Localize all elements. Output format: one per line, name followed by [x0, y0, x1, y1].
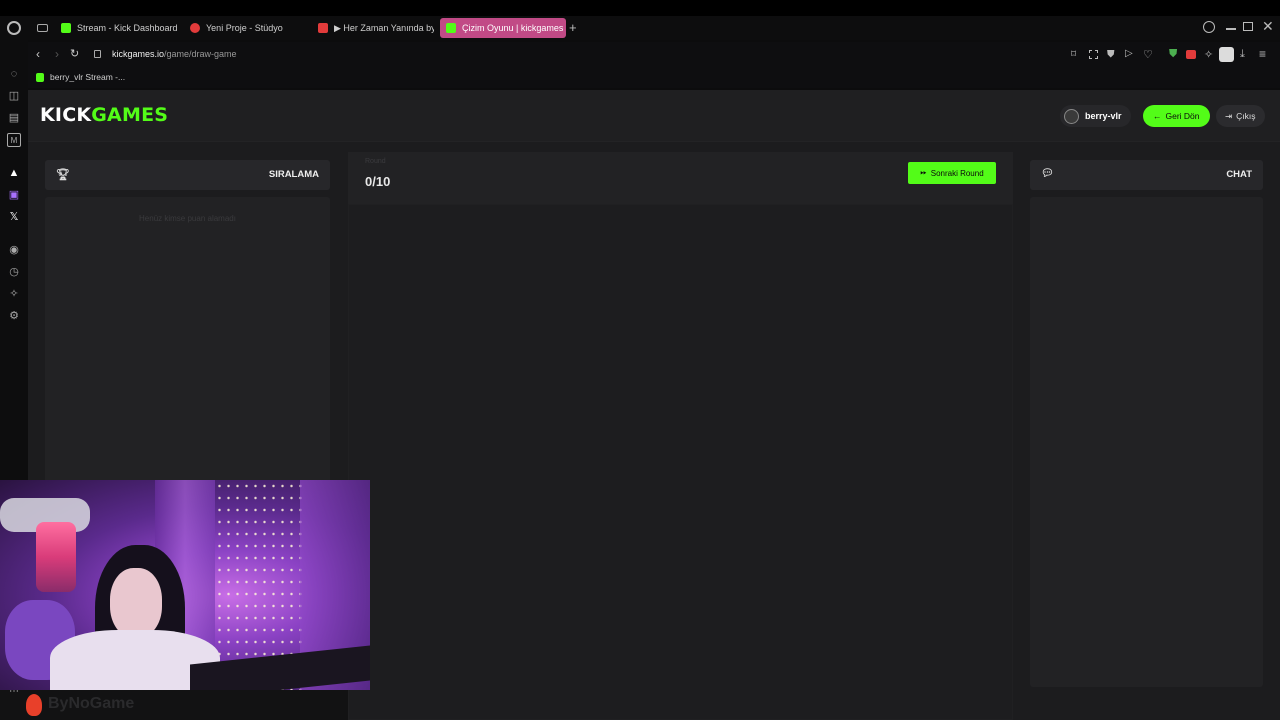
arrow-left-icon: ←	[1153, 111, 1162, 121]
microphone	[36, 522, 76, 592]
next-round-button[interactable]: ⏩︎ Sonraki Round	[908, 162, 996, 184]
close-window-icon[interactable]: ✕	[1262, 18, 1274, 35]
back-icon[interactable]: ‹	[36, 47, 40, 61]
kick-favicon-icon	[61, 23, 71, 33]
tab-bar: Stream - Kick Dashboard Yeni Proje - Stü…	[0, 16, 1280, 40]
avatar	[1064, 108, 1079, 124]
x-twitter-icon[interactable]: 𝕏	[7, 210, 21, 224]
reload-icon[interactable]: ↻	[70, 47, 79, 60]
settings-gear-icon[interactable]: ⚙	[7, 309, 21, 323]
kick-sidebar-icon[interactable]: ▲	[7, 166, 21, 180]
top-strip	[0, 0, 1280, 16]
tab-label: Stream - Kick Dashboard	[77, 23, 178, 33]
round-header: Round 0/10 ⏩︎ Sonraki Round	[348, 152, 1013, 204]
tab-youtube[interactable]: ▶ Her Zaman Yanında by	[312, 18, 434, 38]
bookmark-item[interactable]: berry_vlr Stream -...	[36, 72, 125, 82]
minimize-icon[interactable]	[1226, 28, 1236, 30]
extensions-icon[interactable]: ✧	[7, 287, 21, 301]
tab-label: ▶ Her Zaman Yanında by	[334, 22, 434, 33]
adblock-icon[interactable]	[1186, 50, 1196, 59]
logout-button-label: Çıkış	[1236, 111, 1256, 121]
url-domain: kickgames.io	[112, 49, 165, 59]
history-icon[interactable]: ◷	[7, 265, 21, 279]
username: berry-vlr	[1085, 111, 1122, 121]
logout-button[interactable]: ⇥ Çıkış	[1216, 105, 1265, 127]
back-button-label: Geri Dön	[1165, 111, 1200, 121]
forward-icon[interactable]: ›	[55, 47, 59, 61]
workspace-icon[interactable]: ◫	[7, 89, 21, 103]
messenger-icon[interactable]: M	[7, 133, 21, 147]
leaderboard-header: 🏆︎ SIRALAMA	[45, 160, 330, 190]
chat-header: 💬︎ CHAT	[1030, 160, 1263, 190]
kickgames-logo[interactable]: KICKGAMES	[40, 104, 168, 126]
back-button[interactable]: ← Geri Dön	[1143, 105, 1210, 127]
address-bar: ‹ › ↻ kickgames.io/game/draw-game ⌑ ⛊ ▷ …	[28, 42, 1280, 68]
bookmark-icon[interactable]: ⌑	[1071, 49, 1076, 60]
drawing-canvas[interactable]	[348, 204, 1013, 720]
vpn-icon[interactable]: ⛊	[1169, 48, 1177, 61]
fast-forward-icon: ⏩︎	[920, 168, 927, 177]
url-field[interactable]: kickgames.io/game/draw-game	[112, 49, 237, 59]
chat-title: CHAT	[1226, 169, 1252, 180]
player-icon[interactable]: ◉	[7, 243, 21, 257]
tab-label: Yeni Proje - Stüdyo	[206, 23, 283, 33]
round-counter: 0/10	[365, 174, 391, 189]
next-round-label: Sonraki Round	[930, 168, 984, 178]
studio-favicon-icon	[190, 23, 200, 33]
play-icon[interactable]: ▷	[1125, 48, 1133, 59]
site-header: KICKGAMES berry-vlr ← Geri Dön ⇥ Çıkış	[28, 90, 1280, 142]
kick-favicon-icon	[446, 23, 456, 33]
restore-icon[interactable]	[1243, 22, 1253, 31]
logo-games: GAMES	[91, 104, 169, 126]
tab-studio[interactable]: Yeni Proje - Stüdyo	[184, 18, 304, 38]
flow-icon[interactable]: ▤	[7, 111, 21, 125]
search-tabs-icon[interactable]	[1203, 21, 1215, 33]
logo-kick: KICK	[40, 104, 92, 126]
kick-favicon-icon	[36, 72, 44, 82]
snapshot-icon[interactable]	[1089, 50, 1098, 59]
tab-kick-dashboard[interactable]: Stream - Kick Dashboard	[55, 18, 180, 38]
round-label: Round	[365, 158, 386, 165]
more-options-icon[interactable]: ⋯	[9, 686, 19, 697]
watermark-text: ByNoGame	[48, 695, 135, 712]
youtube-favicon-icon	[318, 23, 328, 33]
twitch-icon[interactable]: ▣	[7, 188, 21, 202]
profile-avatar-icon[interactable]	[1219, 47, 1234, 62]
chat-messages	[1030, 197, 1263, 687]
leaderboard-empty-text: Henüz kimse puan alamadı	[139, 214, 236, 223]
trophy-icon: 🏆︎	[56, 169, 70, 181]
tab-draw-game[interactable]: Çizim Oyunu | kickgames	[440, 18, 566, 38]
puzzle-icon[interactable]: ✧	[1204, 48, 1213, 61]
bookmark-label: berry_vlr Stream -...	[50, 72, 126, 82]
tab-label: Çizim Oyunu | kickgames	[462, 23, 564, 33]
webcam-overlay	[0, 480, 370, 690]
lock-icon	[94, 50, 101, 58]
person-face	[110, 568, 162, 638]
tab-overview-icon[interactable]	[37, 24, 48, 32]
menu-icon[interactable]: ≡	[1259, 47, 1266, 61]
url-path: /game/draw-game	[164, 49, 237, 59]
bookmarks-bar: berry_vlr Stream -...	[28, 68, 1280, 88]
download-icon[interactable]: ⤓	[1240, 48, 1245, 61]
opera-logo-icon[interactable]	[7, 21, 21, 35]
heart-icon[interactable]: ♡	[1143, 48, 1153, 61]
leaderboard-title: SIRALAMA	[268, 169, 319, 180]
bottom-strip: ByNoGame	[0, 690, 348, 720]
aria-icon[interactable]: ◌	[7, 67, 21, 81]
shield-icon[interactable]: ⛊	[1107, 49, 1115, 60]
user-profile-chip[interactable]: berry-vlr	[1060, 105, 1131, 127]
new-tab-icon[interactable]: +	[569, 20, 581, 36]
chat-bubbles-icon: 💬︎	[1041, 168, 1054, 179]
logout-icon: ⇥	[1225, 110, 1233, 121]
flame-logo-icon	[26, 694, 42, 716]
